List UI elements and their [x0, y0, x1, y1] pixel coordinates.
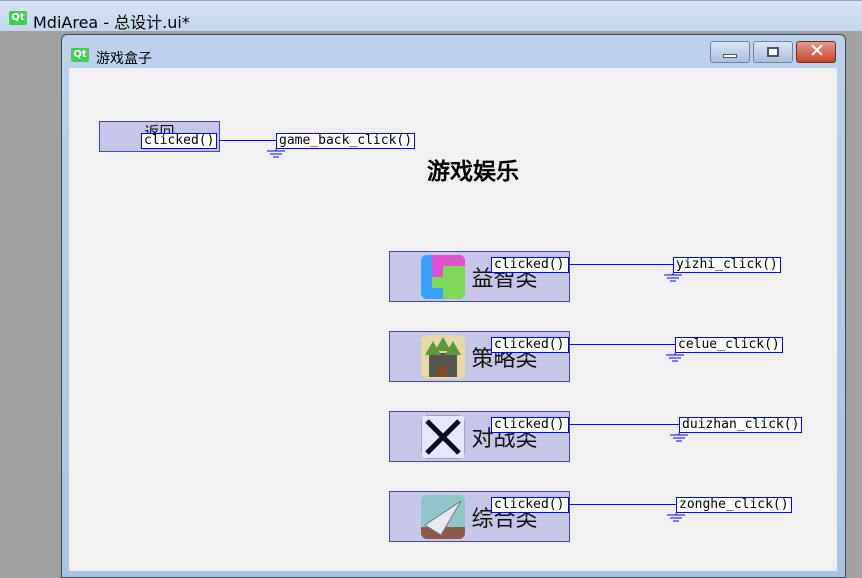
ground-icon	[664, 273, 682, 282]
connection-line	[569, 264, 673, 265]
connection-line	[569, 504, 676, 505]
maximize-button[interactable]	[753, 41, 793, 63]
signal-label[interactable]: clicked()	[491, 497, 569, 513]
slot-label[interactable]: duizhan_click()	[679, 417, 803, 433]
app-title: MdiArea - 总设计.ui*	[33, 13, 190, 32]
app-title-bar: Qt MdiArea - 总设计.ui*	[0, 0, 862, 32]
paper-plane-icon	[421, 494, 466, 539]
heading-label: 游戏娱乐	[427, 158, 519, 185]
maximize-icon	[767, 47, 779, 57]
slot-label[interactable]: zonghe_click()	[676, 497, 792, 513]
minimize-button[interactable]	[710, 41, 750, 63]
close-button[interactable]: ✕	[796, 40, 836, 63]
puzzle-icon	[421, 254, 466, 299]
qt-logo-icon: Qt	[71, 48, 89, 62]
crossed-swords-icon	[421, 414, 466, 459]
signal-label[interactable]: clicked()	[141, 133, 218, 149]
close-icon: ✕	[809, 40, 825, 62]
signal-label[interactable]: clicked()	[491, 417, 569, 433]
connection-line	[569, 344, 675, 345]
slot-label[interactable]: game_back_click()	[276, 133, 416, 149]
subwindow: Qt 游戏盒子 ✕ 游戏娱乐 返回 clicked() game_back_cl…	[61, 34, 846, 578]
signal-label[interactable]: clicked()	[491, 257, 569, 273]
window-title: 游戏盒子	[96, 51, 152, 67]
form-canvas: 游戏娱乐 返回 clicked() game_back_click() 益智类 …	[69, 68, 837, 571]
signal-label[interactable]: clicked()	[491, 337, 569, 353]
ground-icon	[267, 149, 285, 158]
ground-icon	[670, 433, 688, 442]
castle-icon	[421, 334, 466, 379]
connection-line	[569, 424, 679, 425]
slot-label[interactable]: celue_click()	[675, 337, 783, 353]
ground-icon	[667, 513, 685, 522]
ground-icon	[666, 353, 684, 362]
connection-line	[219, 140, 277, 141]
qt-logo-icon: Qt	[9, 11, 27, 25]
minimize-icon	[723, 54, 737, 58]
slot-label[interactable]: yizhi_click()	[673, 257, 781, 273]
